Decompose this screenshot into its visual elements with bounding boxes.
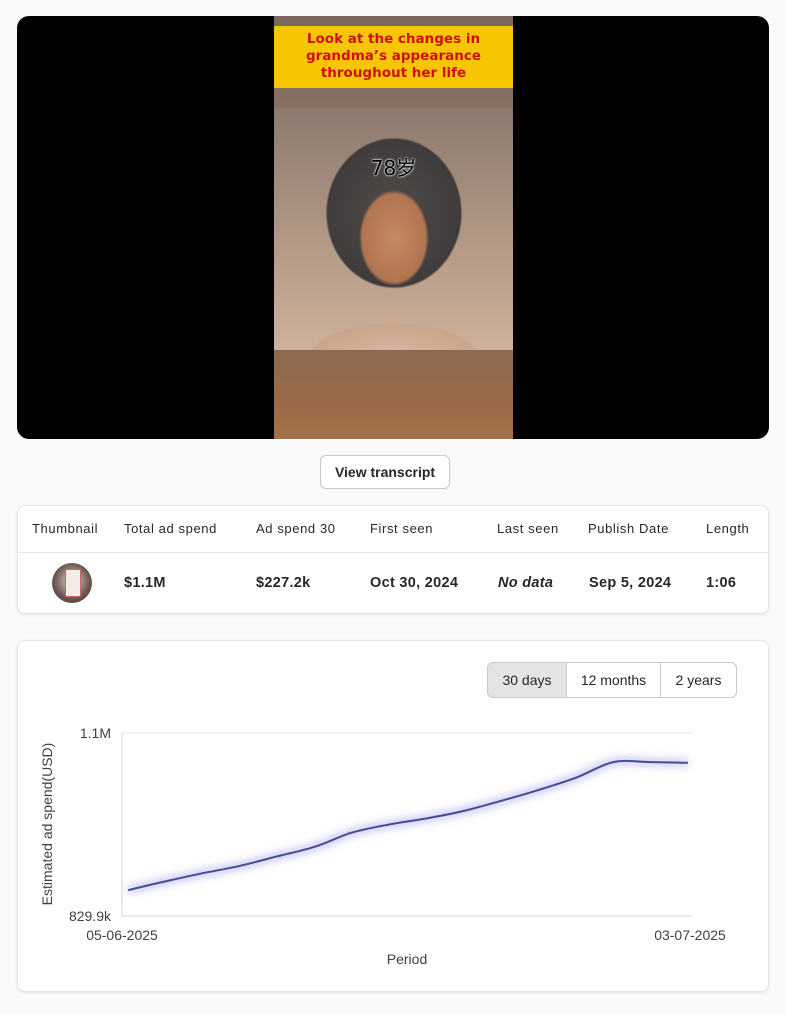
- view-transcript-button[interactable]: View transcript: [320, 455, 450, 489]
- x-axis-label: Period: [387, 951, 427, 967]
- video-caption: Look at the changes in grandma’s appeara…: [274, 26, 513, 88]
- portrait-image: [274, 108, 513, 350]
- video-frame: Look at the changes in grandma’s appeara…: [274, 16, 513, 439]
- cell-total-ad-spend: $1.1M: [124, 575, 166, 591]
- cell-length: 1:06: [706, 575, 737, 591]
- video-player[interactable]: Look at the changes in grandma’s appeara…: [17, 16, 769, 439]
- header-length: Length: [706, 521, 750, 536]
- cell-last-seen: No data: [498, 575, 554, 591]
- row-divider: [18, 552, 768, 553]
- header-last-seen: Last seen: [497, 521, 559, 536]
- ad-spend-line-chart: 1.1M 829.9k 05-06-2025 03-07-2025 Period…: [39, 725, 726, 967]
- cell-first-seen: Oct 30, 2024: [370, 575, 459, 591]
- ad-spend-chart-card: 30 days 12 months 2 years 1.1M 829.9k 05…: [17, 640, 769, 992]
- header-thumbnail: Thumbnail: [32, 521, 99, 536]
- video-lower-area: [274, 350, 513, 439]
- y-tick-min: 829.9k: [69, 908, 112, 924]
- x-tick-end: 03-07-2025: [654, 927, 726, 943]
- y-axis-label: Estimated ad spend(USD): [39, 743, 55, 906]
- age-label: 78岁: [370, 156, 417, 180]
- series-line: [127, 759, 689, 892]
- header-first-seen: First seen: [370, 521, 434, 536]
- ad-info-table: Thumbnail Total ad spend Ad spend 30 Fir…: [17, 505, 769, 614]
- header-publish-date: Publish Date: [588, 521, 669, 536]
- y-tick-max: 1.1M: [80, 725, 111, 741]
- header-total-ad-spend: Total ad spend: [124, 521, 217, 536]
- cell-publish-date: Sep 5, 2024: [589, 575, 672, 591]
- ad-thumbnail[interactable]: [52, 563, 92, 603]
- cell-ad-spend-30: $227.2k: [256, 575, 311, 591]
- x-tick-start: 05-06-2025: [86, 927, 158, 943]
- header-ad-spend-30: Ad spend 30: [256, 521, 336, 536]
- portrait-shoulders: [274, 290, 513, 350]
